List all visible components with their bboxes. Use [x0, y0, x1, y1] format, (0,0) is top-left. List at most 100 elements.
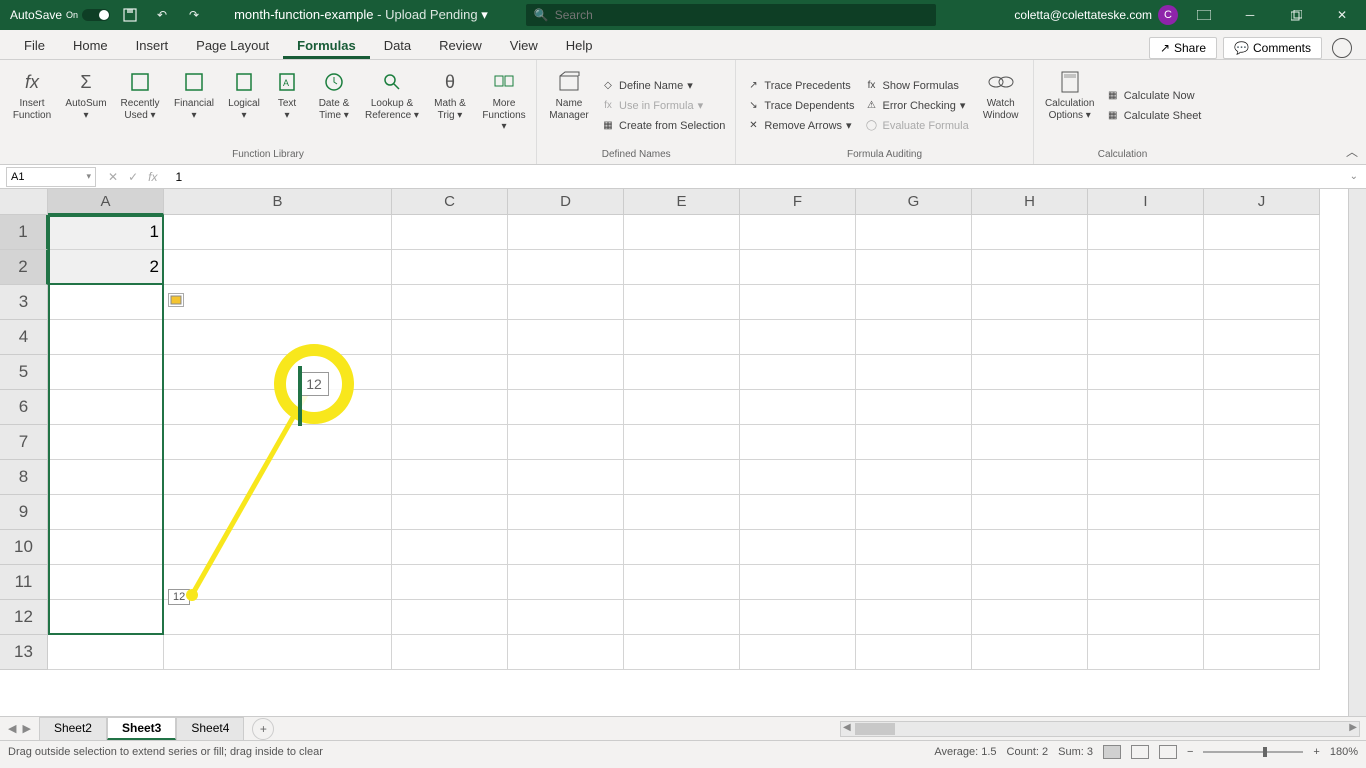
calculation-options-button[interactable]: Calculation Options ▾	[1040, 64, 1100, 147]
cell-J1[interactable]	[1204, 215, 1320, 250]
calculate-sheet-button[interactable]: ▦Calculate Sheet	[1102, 107, 1206, 125]
cell-H12[interactable]	[972, 600, 1088, 635]
cell-I9[interactable]	[1088, 495, 1204, 530]
tab-home[interactable]: Home	[59, 32, 122, 59]
cell-I1[interactable]	[1088, 215, 1204, 250]
cell-C8[interactable]	[392, 460, 508, 495]
error-checking-button[interactable]: ⚠Error Checking ▾	[860, 97, 972, 115]
cell-E10[interactable]	[624, 530, 740, 565]
cell-E5[interactable]	[624, 355, 740, 390]
sheet-tab-sheet2[interactable]: Sheet2	[39, 717, 107, 740]
cell-C4[interactable]	[392, 320, 508, 355]
cell-C2[interactable]	[392, 250, 508, 285]
search-input[interactable]	[555, 8, 928, 22]
cell-F3[interactable]	[740, 285, 856, 320]
cell-B4[interactable]	[164, 320, 392, 355]
row-header-1[interactable]: 1	[0, 215, 48, 250]
cell-B3[interactable]	[164, 285, 392, 320]
cell-E1[interactable]	[624, 215, 740, 250]
cell-J10[interactable]	[1204, 530, 1320, 565]
cell-F4[interactable]	[740, 320, 856, 355]
cell-E6[interactable]	[624, 390, 740, 425]
col-header-F[interactable]: F	[740, 189, 856, 215]
normal-view-icon[interactable]	[1103, 745, 1121, 759]
comments-button[interactable]: 💬Comments	[1223, 37, 1322, 59]
math-trig-button[interactable]: θ Math & Trig ▾	[424, 64, 476, 147]
cell-F11[interactable]	[740, 565, 856, 600]
cell-E12[interactable]	[624, 600, 740, 635]
cell-I8[interactable]	[1088, 460, 1204, 495]
cell-A9[interactable]	[48, 495, 164, 530]
trace-dependents-button[interactable]: ↘Trace Dependents	[742, 97, 858, 115]
col-header-H[interactable]: H	[972, 189, 1088, 215]
cell-D4[interactable]	[508, 320, 624, 355]
zoom-out-icon[interactable]: −	[1187, 746, 1193, 758]
cell-D3[interactable]	[508, 285, 624, 320]
remove-arrows-button[interactable]: ✕Remove Arrows ▾	[742, 117, 858, 135]
cell-D6[interactable]	[508, 390, 624, 425]
cell-G9[interactable]	[856, 495, 972, 530]
cell-D2[interactable]	[508, 250, 624, 285]
cell-H11[interactable]	[972, 565, 1088, 600]
cell-H10[interactable]	[972, 530, 1088, 565]
cell-D11[interactable]	[508, 565, 624, 600]
cell-A2[interactable]: 2	[48, 250, 164, 285]
cell-G7[interactable]	[856, 425, 972, 460]
enter-icon[interactable]: ✓	[128, 170, 138, 184]
insert-function-button[interactable]: fx Insert Function	[6, 64, 58, 147]
cell-A4[interactable]	[48, 320, 164, 355]
cell-J5[interactable]	[1204, 355, 1320, 390]
tab-insert[interactable]: Insert	[122, 32, 183, 59]
expand-formula-icon[interactable]: ⌄	[1342, 171, 1366, 182]
cell-A8[interactable]	[48, 460, 164, 495]
tab-help[interactable]: Help	[552, 32, 607, 59]
cell-I7[interactable]	[1088, 425, 1204, 460]
financial-button[interactable]: Financial▾	[168, 64, 220, 147]
sheet-nav-prev-icon[interactable]: ◀	[8, 722, 16, 735]
cell-B10[interactable]	[164, 530, 392, 565]
cell-F8[interactable]	[740, 460, 856, 495]
cell-D13[interactable]	[508, 635, 624, 670]
cell-J7[interactable]	[1204, 425, 1320, 460]
cell-I3[interactable]	[1088, 285, 1204, 320]
cell-J4[interactable]	[1204, 320, 1320, 355]
search-box[interactable]: 🔍	[526, 4, 936, 26]
cell-G8[interactable]	[856, 460, 972, 495]
row-header-7[interactable]: 7	[0, 425, 48, 460]
col-header-B[interactable]: B	[164, 189, 392, 215]
cell-G2[interactable]	[856, 250, 972, 285]
maximize-icon[interactable]	[1276, 0, 1316, 30]
cell-C13[interactable]	[392, 635, 508, 670]
trace-precedents-button[interactable]: ↗Trace Precedents	[742, 77, 858, 95]
cell-B13[interactable]	[164, 635, 392, 670]
cell-H6[interactable]	[972, 390, 1088, 425]
cell-C12[interactable]	[392, 600, 508, 635]
cell-I4[interactable]	[1088, 320, 1204, 355]
cell-J6[interactable]	[1204, 390, 1320, 425]
cell-D1[interactable]	[508, 215, 624, 250]
row-header-9[interactable]: 9	[0, 495, 48, 530]
tab-formulas[interactable]: Formulas	[283, 32, 370, 59]
tab-review[interactable]: Review	[425, 32, 496, 59]
cell-D9[interactable]	[508, 495, 624, 530]
vertical-scrollbar[interactable]	[1348, 189, 1366, 716]
cell-A5[interactable]	[48, 355, 164, 390]
logical-button[interactable]: Logical▾	[222, 64, 266, 147]
user-email[interactable]: coletta@colettateske.com	[1014, 8, 1152, 22]
cell-G6[interactable]	[856, 390, 972, 425]
name-manager-button[interactable]: Name Manager	[543, 64, 595, 147]
sheet-tab-sheet3[interactable]: Sheet3	[107, 717, 176, 740]
cell-I6[interactable]	[1088, 390, 1204, 425]
cell-A7[interactable]	[48, 425, 164, 460]
cell-G5[interactable]	[856, 355, 972, 390]
cell-E8[interactable]	[624, 460, 740, 495]
cell-D8[interactable]	[508, 460, 624, 495]
cell-E4[interactable]	[624, 320, 740, 355]
feedback-icon[interactable]	[1332, 38, 1352, 58]
recently-used-button[interactable]: Recently Used ▾	[114, 64, 166, 147]
zoom-level[interactable]: 180%	[1330, 746, 1358, 758]
cell-J12[interactable]	[1204, 600, 1320, 635]
cell-B7[interactable]	[164, 425, 392, 460]
cell-G1[interactable]	[856, 215, 972, 250]
sheet-tab-sheet4[interactable]: Sheet4	[176, 717, 244, 740]
